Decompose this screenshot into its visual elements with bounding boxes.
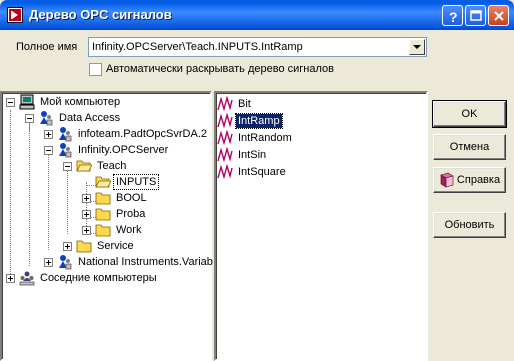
window-title: Дерево OPC сигналов xyxy=(29,7,172,22)
expand-toggle-infinity[interactable] xyxy=(44,146,53,155)
auto-expand-label[interactable]: Автоматически раскрывать дерево сигналов xyxy=(106,63,334,75)
question-icon: ? xyxy=(449,9,458,25)
cancel-button[interactable]: Отмена xyxy=(433,134,506,160)
app-icon xyxy=(7,7,23,23)
help-book-icon xyxy=(440,172,454,188)
folder-icon xyxy=(95,208,111,221)
full-name-combobox[interactable]: Infinity.OPCServer\Teach.INPUTS.IntRamp xyxy=(88,37,427,57)
full-name-value[interactable]: Infinity.OPCServer\Teach.INPUTS.IntRamp xyxy=(92,41,303,53)
opc-server-icon xyxy=(59,143,72,158)
folder-icon xyxy=(95,224,111,237)
expand-toggle-bool[interactable] xyxy=(82,194,91,203)
svg-text:?: ? xyxy=(449,9,458,25)
auto-expand-checkbox[interactable] xyxy=(89,63,102,76)
full-name-label: Полное имя xyxy=(16,41,78,53)
maximize-button[interactable] xyxy=(465,5,486,26)
expand-toggle-service[interactable] xyxy=(63,242,72,251)
help-title-button[interactable]: ? xyxy=(442,5,463,26)
close-button[interactable] xyxy=(488,5,509,26)
open-folder-icon xyxy=(76,160,92,172)
network-users-icon xyxy=(19,271,35,286)
help-button[interactable]: Справка xyxy=(433,167,506,193)
signal-wave-icon xyxy=(217,96,233,112)
signal-wave-icon xyxy=(217,147,233,163)
expand-toggle-proba[interactable] xyxy=(82,210,91,219)
signal-list[interactable]: Bit IntRamp IntRandom IntSin IntSquare xyxy=(214,91,428,361)
opc-server-icon xyxy=(40,111,53,126)
title-bar[interactable]: Дерево OPC сигналов ? xyxy=(0,0,514,30)
opc-server-icon xyxy=(59,127,72,142)
maximize-icon xyxy=(470,10,482,21)
dropdown-button[interactable] xyxy=(409,39,425,55)
expand-toggle-national[interactable] xyxy=(44,258,53,267)
chevron-down-icon xyxy=(413,45,421,49)
folder-icon xyxy=(76,240,92,253)
opc-server-icon xyxy=(59,255,72,270)
ok-button[interactable]: OK xyxy=(432,100,507,128)
expand-toggle-my-computer[interactable] xyxy=(6,98,15,107)
folder-icon xyxy=(95,192,111,205)
signal-wave-icon xyxy=(217,164,233,180)
signal-wave-icon xyxy=(217,130,233,146)
signal-wave-icon xyxy=(217,113,233,129)
open-folder-icon xyxy=(95,176,111,188)
expand-toggle-teach[interactable] xyxy=(63,162,72,171)
close-icon xyxy=(494,11,504,21)
expand-toggle-infoteam[interactable] xyxy=(44,130,53,139)
computer-icon xyxy=(19,94,35,110)
expand-toggle-work[interactable] xyxy=(82,226,91,235)
signal-tree[interactable]: Мой компьютер Data Access infoteam.PadtO… xyxy=(0,91,213,361)
expand-toggle-neighbors[interactable] xyxy=(6,274,15,283)
expand-toggle-data-access[interactable] xyxy=(25,114,34,123)
refresh-button[interactable]: Обновить xyxy=(433,212,506,238)
